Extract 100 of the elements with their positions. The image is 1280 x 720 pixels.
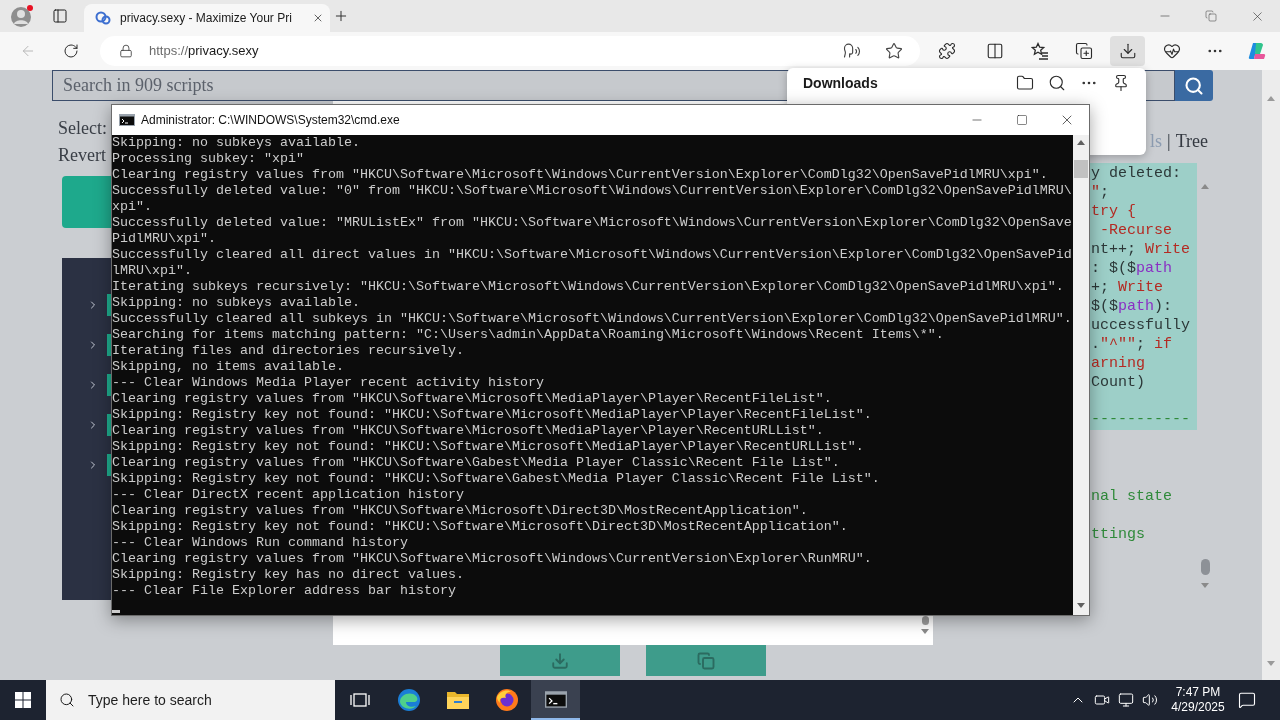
taskbar-search-field[interactable]: Type here to search [46, 680, 335, 720]
taskbar-app-button[interactable] [531, 680, 580, 720]
code-line: arning [1090, 354, 1145, 373]
scrollbar-thumb[interactable] [922, 616, 929, 625]
console-line: Skipping: Registry key not found: "HKCU:\Software\Gabest\Media Player Classic\Recent File List". [112, 471, 880, 487]
code-comment-line: ttings [1090, 525, 1145, 544]
console-line: Successfully deleted value: "MRUListEx" from "HKCU:\Software\Microsoft\Windows\CurrentVersion\Explorer\ComDlg32\OpenSave [112, 215, 1072, 231]
code-line: -Recurse [1099, 221, 1172, 240]
ribbon-logo-icon[interactable] [1248, 42, 1266, 60]
video-camera-icon[interactable] [1094, 692, 1110, 708]
console-line: Iterating files and directories recursively. [112, 343, 464, 359]
scrollbar-thumb[interactable] [1074, 160, 1088, 178]
console-line: Clearing registry values from "HKCU\Software\Microsoft\Windows\CurrentVersion\Explorer\RunMRU". [112, 551, 872, 567]
code-line: uccessfully [1090, 316, 1191, 335]
console-line: Successfully cleared all direct values in "HKCU:\Software\Microsoft\Windows\CurrentVersion\Explorer\ComDlg32\OpenSavePid [112, 247, 1072, 263]
star-icon[interactable] [885, 42, 903, 60]
volume-icon[interactable] [1142, 692, 1158, 708]
scroll-up-arrow-icon[interactable] [1077, 140, 1085, 145]
downloads-title: Downloads [803, 73, 878, 93]
folder-icon[interactable] [1016, 74, 1034, 92]
split-screen-icon[interactable] [986, 42, 1004, 60]
scroll-down-arrow-icon[interactable] [1077, 603, 1085, 608]
accent-bar [107, 454, 111, 476]
console-line: Clearing registry values from "HKCU\Software\Microsoft\MediaPlayer\Player\RecentFileList". [112, 391, 832, 407]
side-panel-icon[interactable] [52, 8, 68, 24]
task-view-icon [349, 692, 370, 708]
console-line: Skipping: no subkeys available. [112, 135, 360, 151]
terminal-icon [119, 114, 135, 126]
console-line: --- Clear DirectX recent application history [112, 487, 464, 503]
copy-plus-icon[interactable] [1075, 42, 1093, 60]
console-line: Clearing registry values from "HKCU\Software\Microsoft\Direct3D\MostRecentApplication". [112, 503, 808, 519]
scrollbar-thumb[interactable] [1200, 559, 1210, 575]
accent-bar [107, 294, 111, 316]
search-button[interactable] [1175, 70, 1213, 101]
star-list-icon[interactable] [1031, 42, 1049, 60]
maximize-icon[interactable] [1015, 114, 1028, 126]
refresh-icon[interactable] [63, 43, 79, 59]
heart-pulse-icon[interactable] [1163, 42, 1181, 60]
console-line: lMRU\xpi". [112, 263, 192, 279]
notifications-icon[interactable] [1238, 691, 1256, 709]
pin-icon[interactable] [1112, 74, 1130, 92]
clock-time[interactable]: 7:47 PM [1175, 685, 1221, 700]
terminal-icon [544, 690, 567, 708]
view-option[interactable]: Tree [1175, 131, 1208, 152]
console-line: Skipping: no subkeys available. [112, 295, 360, 311]
revert-label: Revert [58, 145, 106, 166]
address-bar[interactable]: https://privacy.sexy [100, 36, 920, 66]
code-line: : $($path [1090, 259, 1173, 278]
console-line: --- Clear File Explorer address bar history [112, 583, 456, 599]
console-line: Skipping: Registry key not found: "HKCU:\Software\Microsoft\Direct3D\MostRecentApplication". [112, 519, 848, 535]
console-line: --- Clear Windows Media Player recent activity history [112, 375, 544, 391]
search-icon [59, 692, 75, 708]
ring-logo-icon [95, 10, 111, 26]
console-line: Clearing registry values from "HKCU\Software\Gabest\Media Player Classic\Recent File List". [112, 455, 840, 471]
console-scrollbar[interactable] [1073, 135, 1089, 615]
folder-icon [445, 690, 470, 710]
search-icon[interactable] [1048, 74, 1066, 92]
globe-logo-icon [494, 688, 519, 712]
puzzle-icon[interactable] [938, 42, 956, 60]
code-comment-line: nal state [1090, 487, 1172, 506]
speech-icon[interactable] [843, 42, 861, 60]
code-comment-line: ----------- [1090, 410, 1191, 429]
code-line: +; Write [1090, 278, 1164, 297]
console-line: Clearing registry values from "HKCU\Software\Microsoft\Windows\CurrentVersion\Explorer\ComDlg32\OpenSavePidlMRU\xpi". [112, 167, 1048, 183]
download-icon[interactable] [1118, 42, 1137, 60]
downloads-button[interactable] [1110, 36, 1145, 66]
console-line: PidlMRU\xpi". [112, 231, 216, 247]
wave-logo-icon [396, 688, 421, 712]
console-line: Successfully cleared all subkeys in "HKCU:\Software\Microsoft\Windows\CurrentVersion\Explorer\ComDlg32\OpenSavePidlMRU". [112, 311, 1072, 327]
code-line: y deleted: [1090, 164, 1181, 183]
console-line: Searching for items matching pattern: "C:\Users\admin\AppData\Roaming\Microsoft\Windows\Recent Items\*". [112, 327, 944, 343]
console-line: Skipping: Registry key not found: "HKCU:\Software\Microsoft\MediaPlayer\Player\RecentFileList". [112, 407, 872, 423]
accent-bar [107, 334, 111, 356]
code-line: "; [1090, 183, 1110, 202]
code-line: ."^""; if [1090, 335, 1173, 354]
console-line: --- Clear Windows Run command history [112, 535, 408, 551]
console-line: Skipping: Registry key has no direct values. [112, 567, 464, 583]
clock-date[interactable]: 4/29/2025 [1171, 700, 1225, 715]
code-line: try { [1090, 202, 1136, 221]
code-line: nt++; Write [1090, 240, 1191, 259]
start-logo-icon[interactable] [15, 692, 31, 708]
text-cursor [112, 610, 120, 613]
new-tab-icon[interactable] [333, 8, 349, 24]
code-line: Count) [1090, 373, 1145, 392]
close-tab-icon[interactable] [312, 12, 324, 24]
profile-avatar-icon[interactable] [10, 4, 34, 28]
window-title: Administrator: C:\WINDOWS\System32\cmd.exe [141, 112, 400, 129]
console-line: Iterating subkeys recursively: "HKCU:\Software\Microsoft\Windows\CurrentVersion\Explorer\ComDlg32\OpenSavePidlMRU\xpi". [112, 279, 1064, 295]
select-label: Select: [58, 118, 107, 139]
accent-bar [107, 414, 111, 436]
browser-tab[interactable]: privacy.sexy - Maximize Your Pri [84, 4, 330, 32]
monitor-icon[interactable] [1118, 692, 1134, 708]
console-line: Successfully deleted value: "0" from "HKCU:\Software\Microsoft\Windows\CurrentVersion\Explorer\ComDlg32\OpenSavePidlMRU\ [112, 183, 1072, 199]
code-line: $($path): [1090, 297, 1173, 316]
view-separator: | [1167, 131, 1171, 152]
console-line: Clearing registry values from "HKCU\Software\Microsoft\MediaPlayer\Player\RecentURLList". [112, 423, 824, 439]
console-line: Processing subkey: "xpi" [112, 151, 304, 167]
accent-bar [107, 374, 111, 396]
console-line: Skipping: Registry key not found: "HKCU:\Software\Microsoft\MediaPlayer\Player\RecentURLList". [112, 439, 864, 455]
scroll-down-arrow-icon[interactable] [921, 629, 929, 634]
